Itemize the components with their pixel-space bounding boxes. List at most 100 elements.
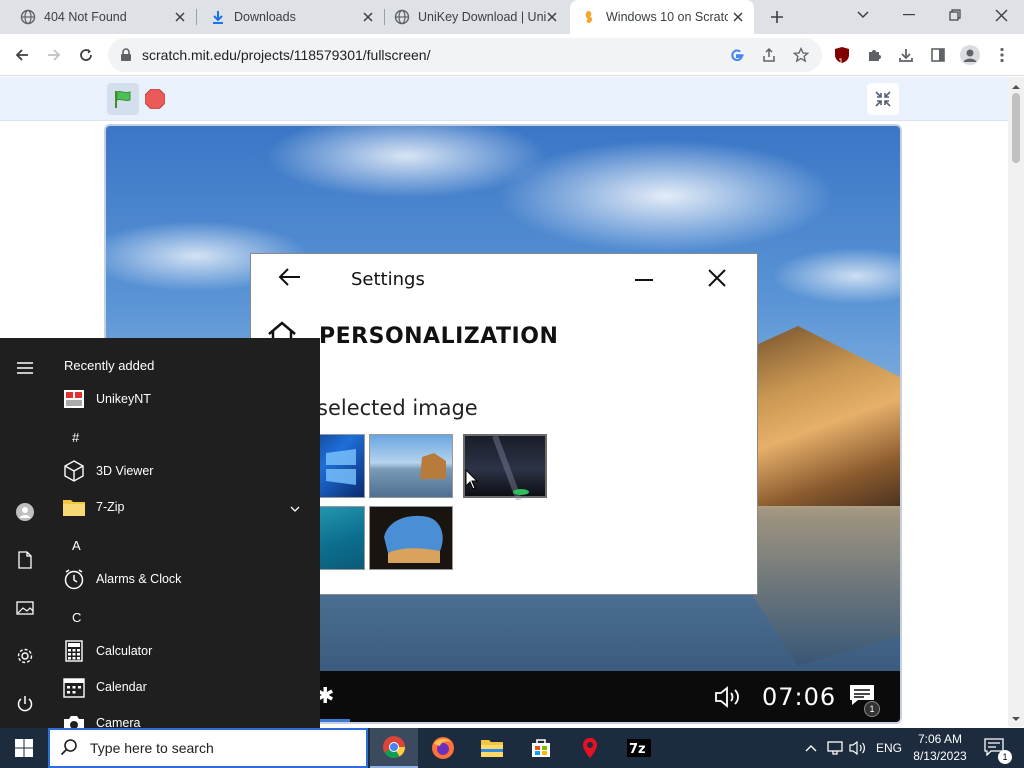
mouse-cursor-icon [465,468,479,494]
scratch-controls-bar [0,77,1008,121]
page-scrollbar[interactable] [1008,77,1024,727]
ublock-extension-icon[interactable]: 1 [830,43,854,67]
tab-unikey[interactable]: UniKey Download | Uni [384,0,568,34]
settings-minimize-button[interactable] [635,279,653,281]
stop-button[interactable] [144,88,166,110]
taskbar-app-maps[interactable] [566,728,614,768]
emulated-clock: 07:06 [762,683,837,711]
app-item-alarms-clock[interactable]: Alarms & Clock [62,565,312,593]
scrollbar-thumb[interactable] [1012,93,1020,163]
exit-fullscreen-button[interactable] [867,83,899,115]
close-window-button[interactable] [978,0,1024,30]
bookmark-star-icon[interactable] [792,46,810,64]
user-account-icon[interactable] [13,500,37,524]
app-item-unikeynt[interactable]: UnikeyNT [62,385,312,413]
start-menu-rail [0,338,50,728]
search-placeholder: Type here to search [90,740,214,756]
wallpaper-thumbnail-beach[interactable] [369,434,453,498]
chevron-down-icon[interactable] [290,500,300,515]
hamburger-menu-icon[interactable] [13,356,37,380]
app-item-calendar[interactable]: Calendar [62,673,312,701]
share-icon[interactable] [760,46,778,64]
folder-icon [62,495,86,519]
pictures-icon[interactable] [13,596,37,620]
app-label: Calendar [96,680,147,694]
app-item-camera[interactable]: Camera [62,709,312,728]
search-icon [60,738,78,759]
section-letter[interactable]: C [72,610,81,625]
reload-button[interactable] [74,43,98,67]
network-icon[interactable] [826,740,844,756]
settings-window: Settings PERSONALIZATION selected image [250,253,758,595]
input-language[interactable]: ENG [876,741,902,755]
tab-downloads[interactable]: Downloads [196,0,384,34]
volume-icon[interactable] [714,685,744,712]
taskbar-app-chrome[interactable] [370,728,418,768]
chrome-menu-icon[interactable] [990,43,1014,67]
app-label: UnikeyNT [96,392,151,406]
notification-count-badge: 1 [998,750,1012,764]
personalization-heading: PERSONALIZATION [319,324,559,349]
close-tab-icon[interactable] [544,9,560,25]
selected-image-label: selected image [317,396,478,420]
app-item-3d-viewer[interactable]: 3D Viewer [62,457,312,485]
calculator-icon [62,639,86,663]
clock-time: 7:06 AM [917,732,963,746]
speaker-icon[interactable] [849,740,867,756]
forward-button[interactable] [42,43,66,67]
back-button[interactable] [10,43,34,67]
taskbar-app-store[interactable] [517,728,565,768]
taskbar-app-7zip[interactable]: 7z [615,728,663,768]
new-tab-button[interactable] [766,6,788,28]
globe-icon [20,9,36,25]
profile-avatar[interactable] [958,43,982,67]
settings-close-button[interactable] [707,268,727,291]
section-letter[interactable]: A [72,538,81,553]
active-app-indicator [320,719,350,722]
system-clock[interactable]: 7:06 AM 8/13/2023 [908,731,972,765]
start-button[interactable] [0,728,48,768]
shrink-icon [875,91,891,107]
taskbar-search-box[interactable]: Type here to search [48,728,368,768]
download-icon [210,9,226,25]
google-icon[interactable] [728,46,746,64]
documents-icon[interactable] [13,548,37,572]
store-icon [532,739,550,757]
file-explorer-icon [481,740,503,757]
restore-button[interactable] [932,0,978,30]
green-flag-button[interactable] [107,83,139,115]
globe-icon [394,9,410,25]
taskbar-app-firefox[interactable] [419,728,467,768]
taskbar-app-file-explorer[interactable] [468,728,516,768]
extensions-puzzle-icon[interactable] [862,43,886,67]
clock-date: 8/13/2023 [913,749,967,763]
windows-taskbar: Type here to search 7z ENG 7:06 AM 8/13/… [0,728,1024,768]
lock-icon[interactable] [120,48,132,65]
side-panel-icon[interactable] [926,43,950,67]
show-hidden-icons-chevron-icon[interactable] [802,740,820,756]
settings-back-button[interactable] [278,267,302,290]
app-label: 7-Zip [96,500,125,514]
app-label: Camera [96,716,141,728]
close-tab-icon[interactable] [730,9,746,25]
start-menu: Recently added UnikeyNT # 3D Viewer 7-Zi… [0,338,320,728]
app-label: Calculator [96,644,153,658]
tab-title: UniKey Download | Uni [418,10,546,24]
power-icon[interactable] [13,692,37,716]
tab-search-button[interactable] [840,0,886,30]
minimize-button[interactable] [886,0,932,30]
app-item-7-zip[interactable]: 7-Zip [62,493,312,521]
close-tab-icon[interactable] [172,9,188,25]
address-bar[interactable]: scratch.mit.edu/projects/118579301/fulls… [108,38,822,72]
scroll-down-icon[interactable] [1008,713,1024,725]
app-item-calculator[interactable]: Calculator [62,637,312,665]
section-letter[interactable]: # [72,430,79,445]
app-label: Alarms & Clock [96,572,182,586]
downloads-icon[interactable] [894,43,918,67]
scroll-up-icon[interactable] [1008,81,1024,93]
close-tab-icon[interactable] [360,9,376,25]
wallpaper-thumbnail-cave[interactable] [369,506,453,570]
tab-scratch[interactable]: Windows 10 on Scratch [570,0,754,34]
settings-gear-icon[interactable] [13,644,37,668]
tab-404[interactable]: 404 Not Found [0,0,196,34]
